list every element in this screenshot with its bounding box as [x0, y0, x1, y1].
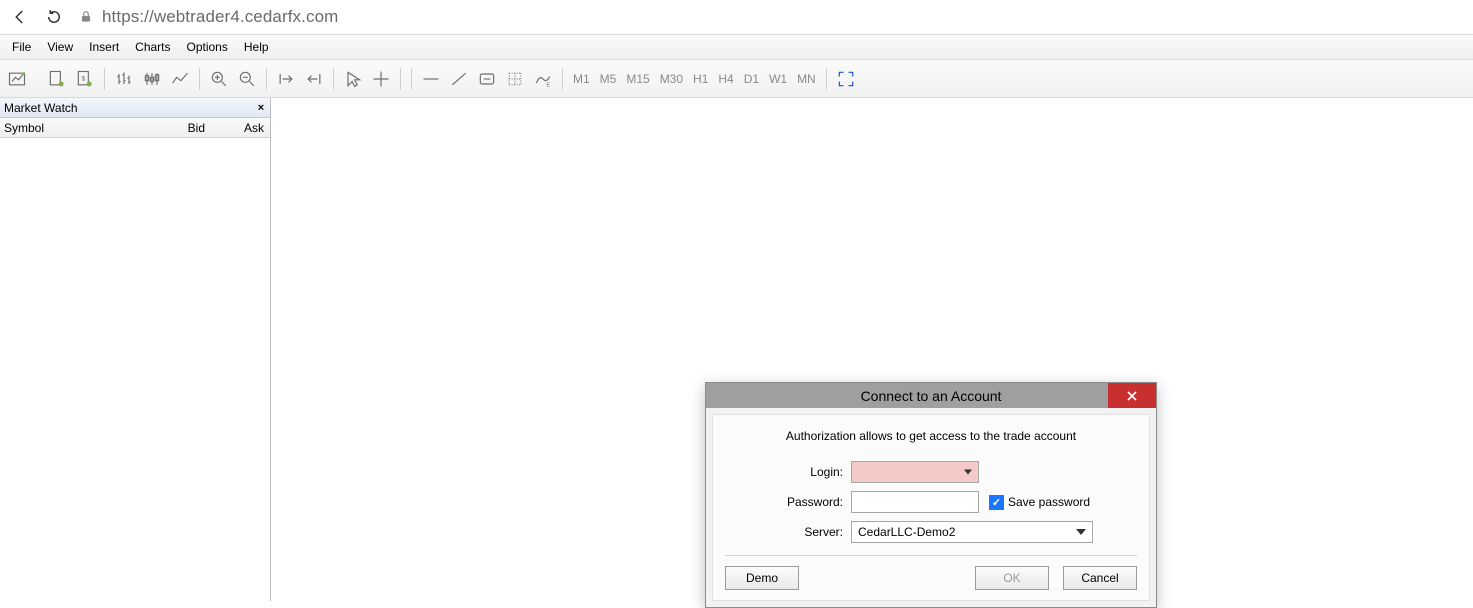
server-value: CedarLLC-Demo2: [858, 525, 955, 539]
dialog-titlebar[interactable]: Connect to an Account: [706, 383, 1156, 408]
svg-text:$: $: [81, 75, 85, 82]
menu-view[interactable]: View: [39, 36, 81, 58]
dialog-button-row: Demo OK Cancel: [725, 566, 1137, 590]
horizontal-line-icon[interactable]: [418, 66, 444, 92]
chevron-down-icon: [964, 470, 972, 475]
market-watch-titlebar: Market Watch ×: [0, 98, 270, 118]
menu-insert[interactable]: Insert: [81, 36, 127, 58]
ok-button[interactable]: OK: [975, 566, 1049, 590]
chevron-down-icon: [1076, 529, 1086, 535]
toolbar-separator: [266, 68, 267, 90]
zoom-in-icon[interactable]: [206, 66, 232, 92]
toolbar-separator: [411, 68, 412, 90]
text-label-icon[interactable]: [474, 66, 500, 92]
browser-address-bar: https://webtrader4.cedarfx.com: [0, 0, 1473, 34]
zoom-out-icon[interactable]: [234, 66, 260, 92]
timeframe-m1[interactable]: M1: [569, 66, 594, 92]
timeframe-h4[interactable]: H4: [714, 66, 737, 92]
order-dollar-icon[interactable]: $: [72, 66, 98, 92]
save-password-checkbox[interactable]: ✓ Save password: [989, 495, 1090, 510]
password-label: Password:: [725, 495, 851, 509]
menu-charts[interactable]: Charts: [127, 36, 178, 58]
save-password-label: Save password: [1008, 495, 1090, 509]
dialog-description: Authorization allows to get access to th…: [725, 429, 1137, 443]
checkbox-checked-icon: ✓: [989, 495, 1004, 510]
toolbar-separator: [400, 68, 401, 90]
toolbar-separator: [104, 68, 105, 90]
connect-account-dialog: Connect to an Account Authorization allo…: [705, 382, 1157, 608]
new-chart-icon[interactable]: [4, 66, 30, 92]
timeframe-mn[interactable]: MN: [793, 66, 820, 92]
menu-bar: File View Insert Charts Options Help: [0, 34, 1473, 60]
timeframe-d1[interactable]: D1: [740, 66, 763, 92]
timeframe-m30[interactable]: M30: [656, 66, 687, 92]
toolbar-separator: [562, 68, 563, 90]
server-select[interactable]: CedarLLC-Demo2: [851, 521, 1093, 543]
reload-button[interactable]: [40, 3, 68, 31]
market-watch-title: Market Watch: [4, 101, 78, 115]
server-label: Server:: [725, 525, 851, 539]
menu-help[interactable]: Help: [236, 36, 277, 58]
toolbar-separator: [333, 68, 334, 90]
market-watch-panel: Market Watch × Symbol Bid Ask: [0, 98, 271, 601]
menu-file[interactable]: File: [4, 36, 39, 58]
dialog-separator: [725, 555, 1137, 556]
timeframe-h1[interactable]: H1: [689, 66, 712, 92]
timeframe-m5[interactable]: M5: [596, 66, 621, 92]
lock-icon: [76, 7, 96, 27]
column-bid[interactable]: Bid: [145, 121, 215, 135]
main-toolbar: $ E M1 M5 M15 M30 H1 H4 D1 W1 MN: [0, 60, 1473, 98]
timeframe-w1[interactable]: W1: [765, 66, 791, 92]
timeframe-m15[interactable]: M15: [622, 66, 653, 92]
dialog-close-button[interactable]: [1108, 383, 1156, 408]
market-watch-header: Symbol Bid Ask: [0, 118, 270, 138]
market-watch-close-icon[interactable]: ×: [254, 101, 268, 115]
toolbar-separator: [826, 68, 827, 90]
crosshair-icon[interactable]: [368, 66, 394, 92]
password-input[interactable]: [851, 491, 979, 513]
trend-line-icon[interactable]: [446, 66, 472, 92]
back-button[interactable]: [6, 3, 34, 31]
svg-text:E: E: [546, 82, 550, 88]
fullscreen-icon[interactable]: [833, 66, 859, 92]
column-symbol[interactable]: Symbol: [0, 121, 145, 135]
dialog-title: Connect to an Account: [706, 388, 1156, 404]
login-input[interactable]: [851, 461, 979, 483]
cursor-icon[interactable]: [340, 66, 366, 92]
demo-button[interactable]: Demo: [725, 566, 799, 590]
indicators-icon[interactable]: E: [530, 66, 556, 92]
dialog-body: Authorization allows to get access to th…: [712, 414, 1150, 601]
line-chart-icon[interactable]: [167, 66, 193, 92]
column-ask[interactable]: Ask: [215, 121, 270, 135]
scroll-end-icon[interactable]: [273, 66, 299, 92]
new-order-icon[interactable]: [44, 66, 70, 92]
cancel-button[interactable]: Cancel: [1063, 566, 1137, 590]
grid-icon[interactable]: [502, 66, 528, 92]
login-label: Login:: [725, 465, 851, 479]
shift-end-icon[interactable]: [301, 66, 327, 92]
url-text[interactable]: https://webtrader4.cedarfx.com: [102, 7, 338, 27]
toolbar-separator: [199, 68, 200, 90]
candlestick-chart-icon[interactable]: [139, 66, 165, 92]
bar-chart-icon[interactable]: [111, 66, 137, 92]
menu-options[interactable]: Options: [179, 36, 236, 58]
